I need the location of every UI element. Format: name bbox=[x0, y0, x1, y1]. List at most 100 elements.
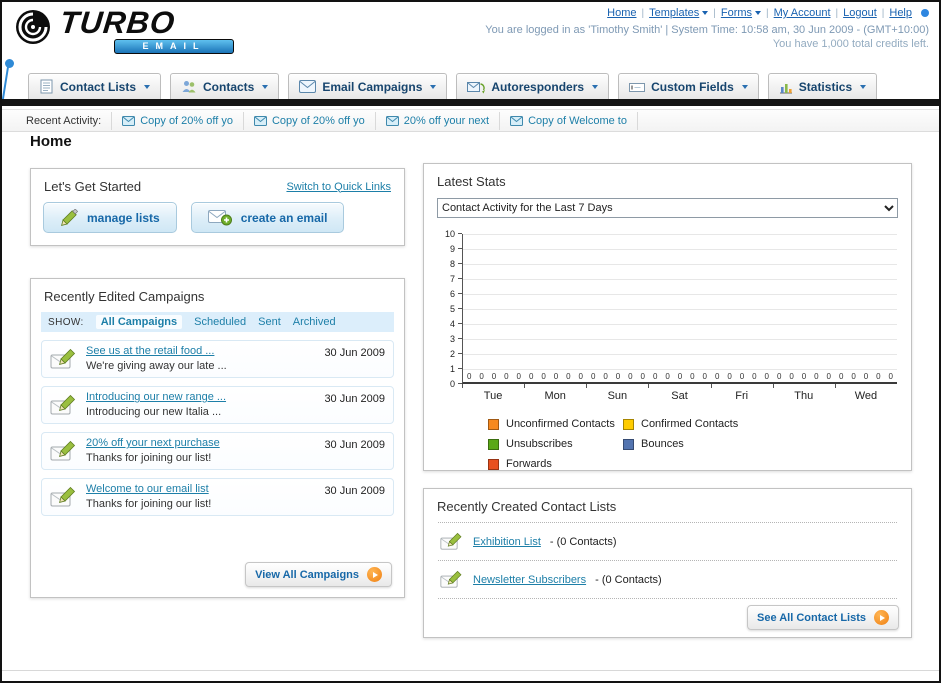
recent-activity-item[interactable]: Copy of 20% off yo bbox=[244, 111, 376, 130]
link-forms-label: Forms bbox=[720, 7, 753, 19]
notification-dot-icon bbox=[921, 9, 929, 17]
campaigns-footer: View All Campaigns bbox=[31, 556, 404, 597]
campaign-date: 30 Jun 2009 bbox=[324, 485, 385, 497]
contact-list-link[interactable]: Newsletter Subscribers bbox=[473, 574, 586, 586]
link-my-account[interactable]: My Account bbox=[774, 7, 831, 19]
nav-tab-contact-lists[interactable]: Contact Lists bbox=[28, 73, 162, 99]
link-templates-label: Templates bbox=[649, 7, 700, 19]
stats-title: Latest Stats bbox=[437, 174, 506, 189]
create-email-button[interactable]: create an email bbox=[190, 202, 345, 233]
arrow-right-icon bbox=[367, 567, 382, 582]
chart-value-label: 0 bbox=[739, 372, 745, 381]
view-all-campaigns-button[interactable]: View All Campaigns bbox=[245, 562, 392, 587]
campaign-title-link[interactable]: 20% off your next purchase bbox=[86, 436, 316, 451]
manage-lists-button[interactable]: manage lists bbox=[43, 202, 177, 233]
campaigns-list: See us at the retail food ... We're givi… bbox=[31, 332, 404, 516]
chart-value-label: 0 bbox=[615, 372, 621, 381]
link-home[interactable]: Home bbox=[607, 7, 636, 19]
campaign-subtitle: Thanks for joining our list! bbox=[86, 498, 212, 510]
nav-divider bbox=[2, 99, 939, 106]
contact-list-link[interactable]: Exhibition List bbox=[473, 536, 541, 548]
envelope-pencil-icon bbox=[50, 348, 76, 369]
filter-sent[interactable]: Sent bbox=[258, 316, 281, 328]
pencil-icon bbox=[61, 208, 78, 226]
campaign-title-link[interactable]: See us at the retail food ... bbox=[86, 344, 316, 359]
recent-activity-item[interactable]: Copy of 20% off yo bbox=[111, 111, 244, 130]
chart-value-group: 00000 bbox=[649, 371, 711, 381]
contact-lists-panel: Recently Created Contact Lists Exhibitio… bbox=[423, 488, 912, 638]
nav-tab-label: Contacts bbox=[203, 79, 255, 94]
contact-list-row: Exhibition List - (0 Contacts) bbox=[438, 522, 897, 561]
link-help[interactable]: Help bbox=[889, 7, 912, 19]
filter-all-campaigns[interactable]: All Campaigns bbox=[95, 315, 183, 329]
chart-value-label: 0 bbox=[789, 372, 794, 381]
campaign-subtitle: Thanks for joining our list! bbox=[86, 452, 212, 464]
recent-activity-item[interactable]: 20% off your next bbox=[376, 111, 501, 130]
y-tick-label: 2 bbox=[449, 349, 463, 359]
custom-fields-icon bbox=[629, 82, 646, 92]
envelope-plus-icon bbox=[207, 210, 232, 226]
campaign-date: 30 Jun 2009 bbox=[324, 393, 385, 405]
chevron-down-icon bbox=[144, 84, 151, 89]
link-forms[interactable]: Forms bbox=[720, 7, 762, 19]
chevron-down-icon bbox=[741, 84, 748, 89]
x-tick-label: Sun bbox=[586, 384, 648, 402]
see-all-contact-lists-button[interactable]: See All Contact Lists bbox=[746, 605, 899, 630]
campaigns-header: Recently Edited Campaigns bbox=[31, 279, 404, 312]
chart-value-label: 0 bbox=[702, 372, 707, 381]
logo-title: TURBO bbox=[58, 5, 178, 40]
statistics-icon bbox=[779, 83, 792, 93]
campaigns-title: Recently Edited Campaigns bbox=[44, 289, 205, 304]
chart-y-axis: 10 9 8 7 6 5 4 3 2 1 0 bbox=[432, 229, 463, 389]
x-tick-label: Thu bbox=[772, 384, 835, 402]
stats-period-select[interactable]: Contact Activity for the Last 7 Days bbox=[437, 198, 898, 218]
chart-value-label: 0 bbox=[541, 372, 546, 381]
campaign-title-link[interactable]: Welcome to our email list bbox=[86, 482, 316, 497]
chart-value-group: 00000 bbox=[835, 371, 897, 381]
chart-value-label: 0 bbox=[578, 372, 583, 381]
campaign-title-link[interactable]: Introducing our new range ... bbox=[86, 390, 316, 405]
chart-x-axis: Tue Mon Sun Sat Fri Thu Wed bbox=[462, 384, 897, 402]
recent-activity-text: Copy of 20% off yo bbox=[140, 114, 233, 127]
chart-value-label: 0 bbox=[566, 372, 571, 381]
legend-item: Forwards bbox=[488, 458, 623, 470]
contact-list-row: Newsletter Subscribers - (0 Contacts) bbox=[438, 561, 897, 599]
recent-activity-item[interactable]: Copy of Welcome to bbox=[500, 111, 638, 130]
campaign-text: Welcome to our email list Thanks for joi… bbox=[86, 482, 316, 512]
chevron-down-icon bbox=[430, 84, 437, 89]
footer-divider bbox=[2, 670, 939, 671]
chart-value-label: 0 bbox=[814, 372, 819, 381]
nav-tab-custom-fields[interactable]: Custom Fields bbox=[618, 73, 759, 99]
chart-value-group: 00000 bbox=[587, 371, 649, 381]
campaign-row: Introducing our new range ... Introducin… bbox=[41, 386, 394, 424]
chart-value-label: 0 bbox=[528, 372, 534, 381]
link-logout[interactable]: Logout bbox=[843, 7, 877, 19]
legend-item: Bounces bbox=[623, 438, 758, 450]
chart-value-label: 0 bbox=[491, 372, 497, 381]
envelope-pencil-icon bbox=[440, 570, 462, 588]
contact-lists-items: Exhibition List - (0 Contacts) Newslette… bbox=[438, 522, 897, 599]
envelope-icon bbox=[299, 80, 317, 93]
y-tick-label: 3 bbox=[449, 334, 463, 344]
link-logout-label: Logout bbox=[843, 7, 877, 19]
nav-tab-statistics[interactable]: Statistics bbox=[767, 73, 878, 99]
chart-value-label: 0 bbox=[776, 372, 782, 381]
chart-legend: Unconfirmed Contacts Confirmed Contacts Un… bbox=[488, 418, 889, 470]
legend-label: Bounces bbox=[641, 438, 684, 450]
nav-tab-contacts[interactable]: Contacts bbox=[170, 73, 280, 99]
separator: | bbox=[713, 7, 716, 19]
switch-quick-links-link[interactable]: Switch to Quick Links bbox=[286, 181, 391, 193]
nav-tab-label: Email Campaigns bbox=[322, 79, 423, 94]
mail-icon bbox=[510, 115, 524, 126]
y-tick-label: 10 bbox=[444, 229, 463, 239]
campaigns-panel: Recently Edited Campaigns SHOW: All Camp… bbox=[30, 278, 405, 598]
logo-subtitle: EMAIL bbox=[114, 39, 234, 54]
link-templates[interactable]: Templates bbox=[649, 7, 709, 19]
chart-value-group: 00000 bbox=[773, 371, 835, 381]
nav-tab-autoresponders[interactable]: Autoresponders bbox=[456, 73, 610, 99]
legend-swatch-icon bbox=[623, 438, 634, 450]
campaign-date: 30 Jun 2009 bbox=[324, 347, 385, 359]
filter-scheduled[interactable]: Scheduled bbox=[194, 316, 246, 328]
nav-tab-email-campaigns[interactable]: Email Campaigns bbox=[288, 73, 448, 99]
filter-archived[interactable]: Archived bbox=[293, 316, 336, 328]
